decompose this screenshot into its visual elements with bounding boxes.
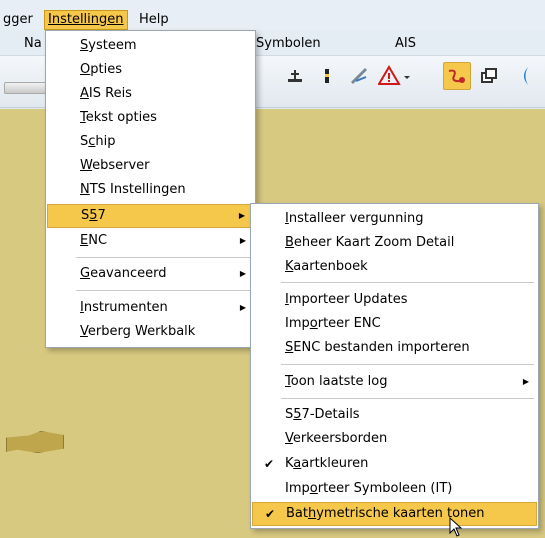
menu-item-importeer-symbolen-it[interactable]: Importeer Symboleen (IT) bbox=[252, 477, 537, 501]
tab-symbolen[interactable]: Symbolen bbox=[256, 36, 321, 51]
menu-item-verberg-werkbalk[interactable]: Verberg Werkbalk bbox=[47, 320, 254, 344]
menu-item-enc[interactable]: ENC ▶ bbox=[47, 229, 254, 253]
menu-instellingen-label: Instellingen bbox=[48, 12, 124, 27]
menu-item-instrumenten[interactable]: Instrumenten ▶ bbox=[47, 296, 254, 320]
menu-separator bbox=[281, 364, 534, 365]
submenu-arrow-icon: ▶ bbox=[238, 211, 245, 220]
menu-item-ais-reis[interactable]: AIS Reis bbox=[47, 82, 254, 106]
checkmark-icon: ✔ bbox=[265, 507, 276, 521]
menu-item-tekst-opties[interactable]: Tekst opties bbox=[47, 106, 254, 130]
menu-item-nts-instellingen[interactable]: NTS Instellingen bbox=[47, 178, 254, 202]
instellingen-menu: Systeem Opties AIS Reis Tekst opties Sch… bbox=[45, 30, 256, 348]
submenu-arrow-icon: ▶ bbox=[239, 269, 246, 278]
tab-ais[interactable]: AIS bbox=[395, 36, 416, 51]
menu-item-s57-details[interactable]: S57-Details bbox=[252, 403, 537, 427]
zoom-slider[interactable] bbox=[4, 82, 48, 94]
menu-item-verkeersborden[interactable]: Verkeersborden bbox=[252, 427, 537, 451]
menu-logger[interactable]: gger bbox=[0, 11, 36, 29]
menubar: gger Instellingen Help bbox=[0, 0, 545, 30]
coastline bbox=[6, 431, 64, 453]
chart-tools-icon[interactable] bbox=[345, 62, 373, 90]
menu-item-bathymetrische-kaarten-tonen[interactable]: ✔ Bathymetrische kaarten tonen bbox=[252, 502, 537, 526]
route-icon[interactable] bbox=[443, 62, 471, 90]
menu-item-kaartkleuren[interactable]: ✔ Kaartkleuren bbox=[252, 452, 537, 476]
beacon-icon[interactable] bbox=[313, 62, 341, 90]
menu-item-geavanceerd[interactable]: Geavanceerd ▶ bbox=[47, 262, 254, 286]
menu-item-s57[interactable]: S57 ▶ bbox=[47, 204, 254, 228]
menu-item-importeer-enc[interactable]: Importeer ENC bbox=[252, 312, 537, 336]
menu-item-toon-laatste-log[interactable]: Toon laatste log ▶ bbox=[252, 370, 537, 394]
checkmark-icon: ✔ bbox=[264, 457, 275, 471]
menu-item-opties[interactable]: Opties bbox=[47, 58, 254, 82]
user-icon[interactable] bbox=[510, 62, 540, 90]
menu-separator bbox=[76, 290, 251, 291]
anchor-icon[interactable] bbox=[281, 62, 309, 90]
tab-navigatie[interactable]: Na bbox=[24, 36, 42, 51]
menu-item-installeer-vergunning[interactable]: Installeer vergunning bbox=[252, 207, 537, 231]
menu-help[interactable]: Help bbox=[136, 11, 172, 29]
menu-instellingen[interactable]: Instellingen bbox=[44, 10, 128, 30]
submenu-arrow-icon: ▶ bbox=[239, 303, 246, 312]
menu-item-webserver[interactable]: Webserver bbox=[47, 154, 254, 178]
menu-item-schip[interactable]: Schip bbox=[47, 130, 254, 154]
mouse-cursor-icon bbox=[449, 517, 463, 537]
layers-icon[interactable] bbox=[475, 62, 503, 90]
menu-item-senc-bestanden-importeren[interactable]: SENC bestanden importeren bbox=[252, 336, 537, 360]
s57-submenu: Installeer vergunning Beheer Kaart Zoom … bbox=[250, 203, 539, 529]
menu-separator bbox=[76, 257, 251, 258]
menu-separator bbox=[281, 398, 534, 399]
menu-item-systeem[interactable]: Systeem bbox=[47, 34, 254, 58]
menu-item-kaartenboek[interactable]: Kaartenboek bbox=[252, 255, 537, 279]
menu-item-importeer-updates[interactable]: Importeer Updates bbox=[252, 288, 537, 312]
menu-item-beheer-kaart-zoom-detail[interactable]: Beheer Kaart Zoom Detail bbox=[252, 231, 537, 255]
warning-icon[interactable] bbox=[377, 62, 413, 90]
menu-separator bbox=[281, 282, 534, 283]
submenu-arrow-icon: ▶ bbox=[239, 236, 246, 245]
submenu-arrow-icon: ▶ bbox=[522, 377, 529, 386]
